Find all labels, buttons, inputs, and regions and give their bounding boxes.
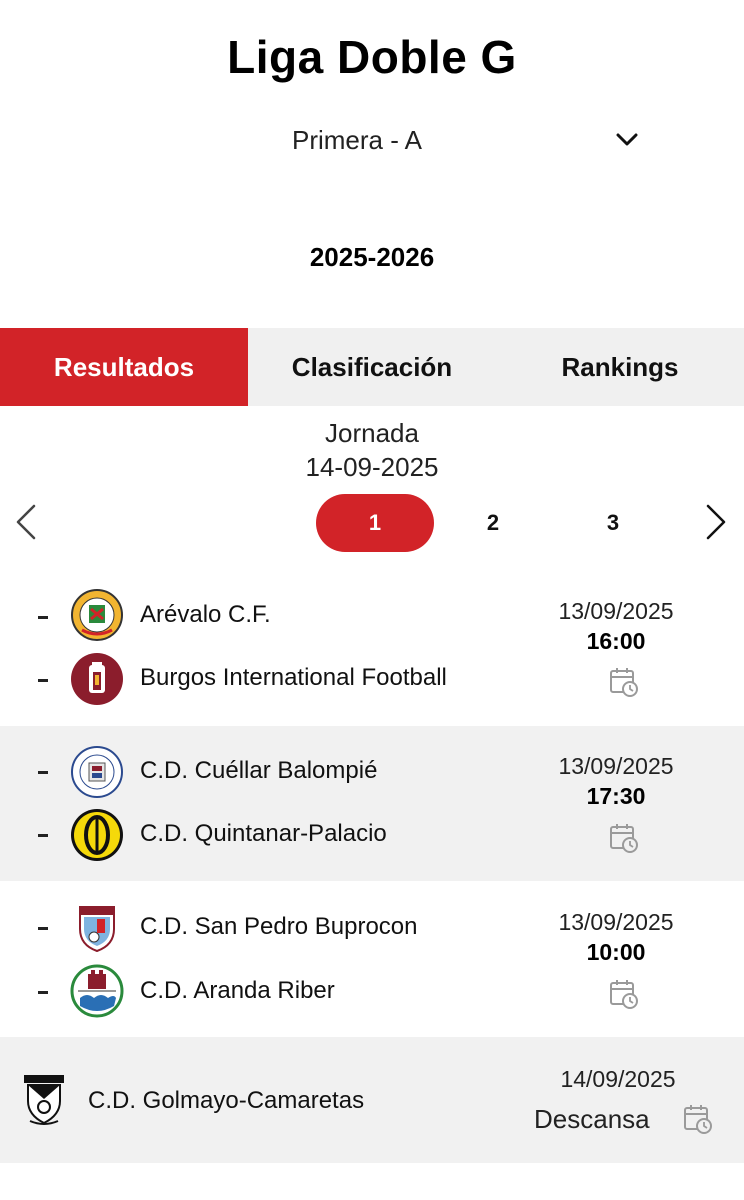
jornada-date: 14-09-2025 [305, 452, 439, 482]
division-select[interactable]: Primera - A [270, 118, 650, 162]
home-team-name: C.D. Cuéllar Balompié [140, 757, 378, 784]
san-pedro-crest-icon [70, 901, 124, 955]
page-title: Liga Doble G [227, 31, 517, 83]
golmayo-crest-icon [22, 1073, 66, 1127]
tab-clasificacion[interactable]: Clasificación [248, 328, 496, 406]
match-card[interactable]: C.D. San Pedro Buprocon C.D. Aranda Ribe… [0, 881, 744, 1037]
home-score [38, 616, 48, 619]
match-date: 13/09/2025 [558, 753, 674, 779]
jornada-label: Jornada [325, 418, 419, 448]
match-time: 10:00 [586, 939, 646, 965]
quintanar-crest-icon [70, 808, 124, 862]
cuellar-crest-icon [70, 745, 124, 799]
chevron-down-icon [616, 133, 638, 147]
page-button-2[interactable]: 2 [434, 494, 552, 552]
match-date: 13/09/2025 [558, 909, 674, 935]
rest-status: Descansa [534, 1104, 650, 1134]
home-team-name: C.D. San Pedro Buprocon [140, 913, 418, 940]
page-button-3[interactable]: 3 [554, 494, 672, 552]
tab-bar: Resultados Clasificación Rankings [0, 328, 744, 406]
match-time: 17:30 [586, 783, 646, 809]
match-card[interactable]: Arévalo C.F. Burgos International Footba… [0, 572, 744, 726]
calendar-clock-icon[interactable] [682, 1103, 714, 1140]
tab-resultados[interactable]: Resultados [0, 328, 248, 406]
season-label: 2025-2026 [309, 242, 435, 272]
home-score [38, 927, 48, 930]
page-button-1[interactable]: 1 [316, 494, 434, 552]
burgos-crest-icon [70, 652, 124, 706]
calendar-clock-icon[interactable] [608, 822, 640, 859]
tab-rankings[interactable]: Rankings [496, 328, 744, 406]
away-team-name: C.D. Aranda Riber [140, 977, 335, 1004]
rest-card[interactable]: C.D. Golmayo-Camaretas 14/09/2025 Descan… [0, 1037, 744, 1163]
division-selected-value: Primera - A [292, 124, 423, 155]
rest-team-name: C.D. Golmayo-Camaretas [88, 1087, 365, 1114]
match-card[interactable]: C.D. Cuéllar Balompié C.D. Quintanar-Pal… [0, 726, 744, 881]
home-team-name: Arévalo C.F. [140, 601, 271, 628]
away-score [38, 834, 48, 837]
arevalo-crest-icon [70, 588, 124, 642]
calendar-clock-icon[interactable] [608, 666, 640, 703]
aranda-crest-icon [70, 964, 124, 1018]
match-date: 13/09/2025 [558, 598, 674, 624]
chevron-right-icon[interactable] [702, 502, 730, 547]
rest-date: 14/09/2025 [560, 1066, 676, 1092]
calendar-clock-icon[interactable] [608, 978, 640, 1015]
home-score [38, 771, 48, 774]
away-team-name: Burgos International Football [140, 664, 447, 691]
away-team-name: C.D. Quintanar-Palacio [140, 820, 387, 847]
away-score [38, 679, 48, 682]
chevron-left-icon[interactable] [12, 502, 40, 547]
away-score [38, 991, 48, 994]
match-time: 16:00 [586, 628, 646, 654]
